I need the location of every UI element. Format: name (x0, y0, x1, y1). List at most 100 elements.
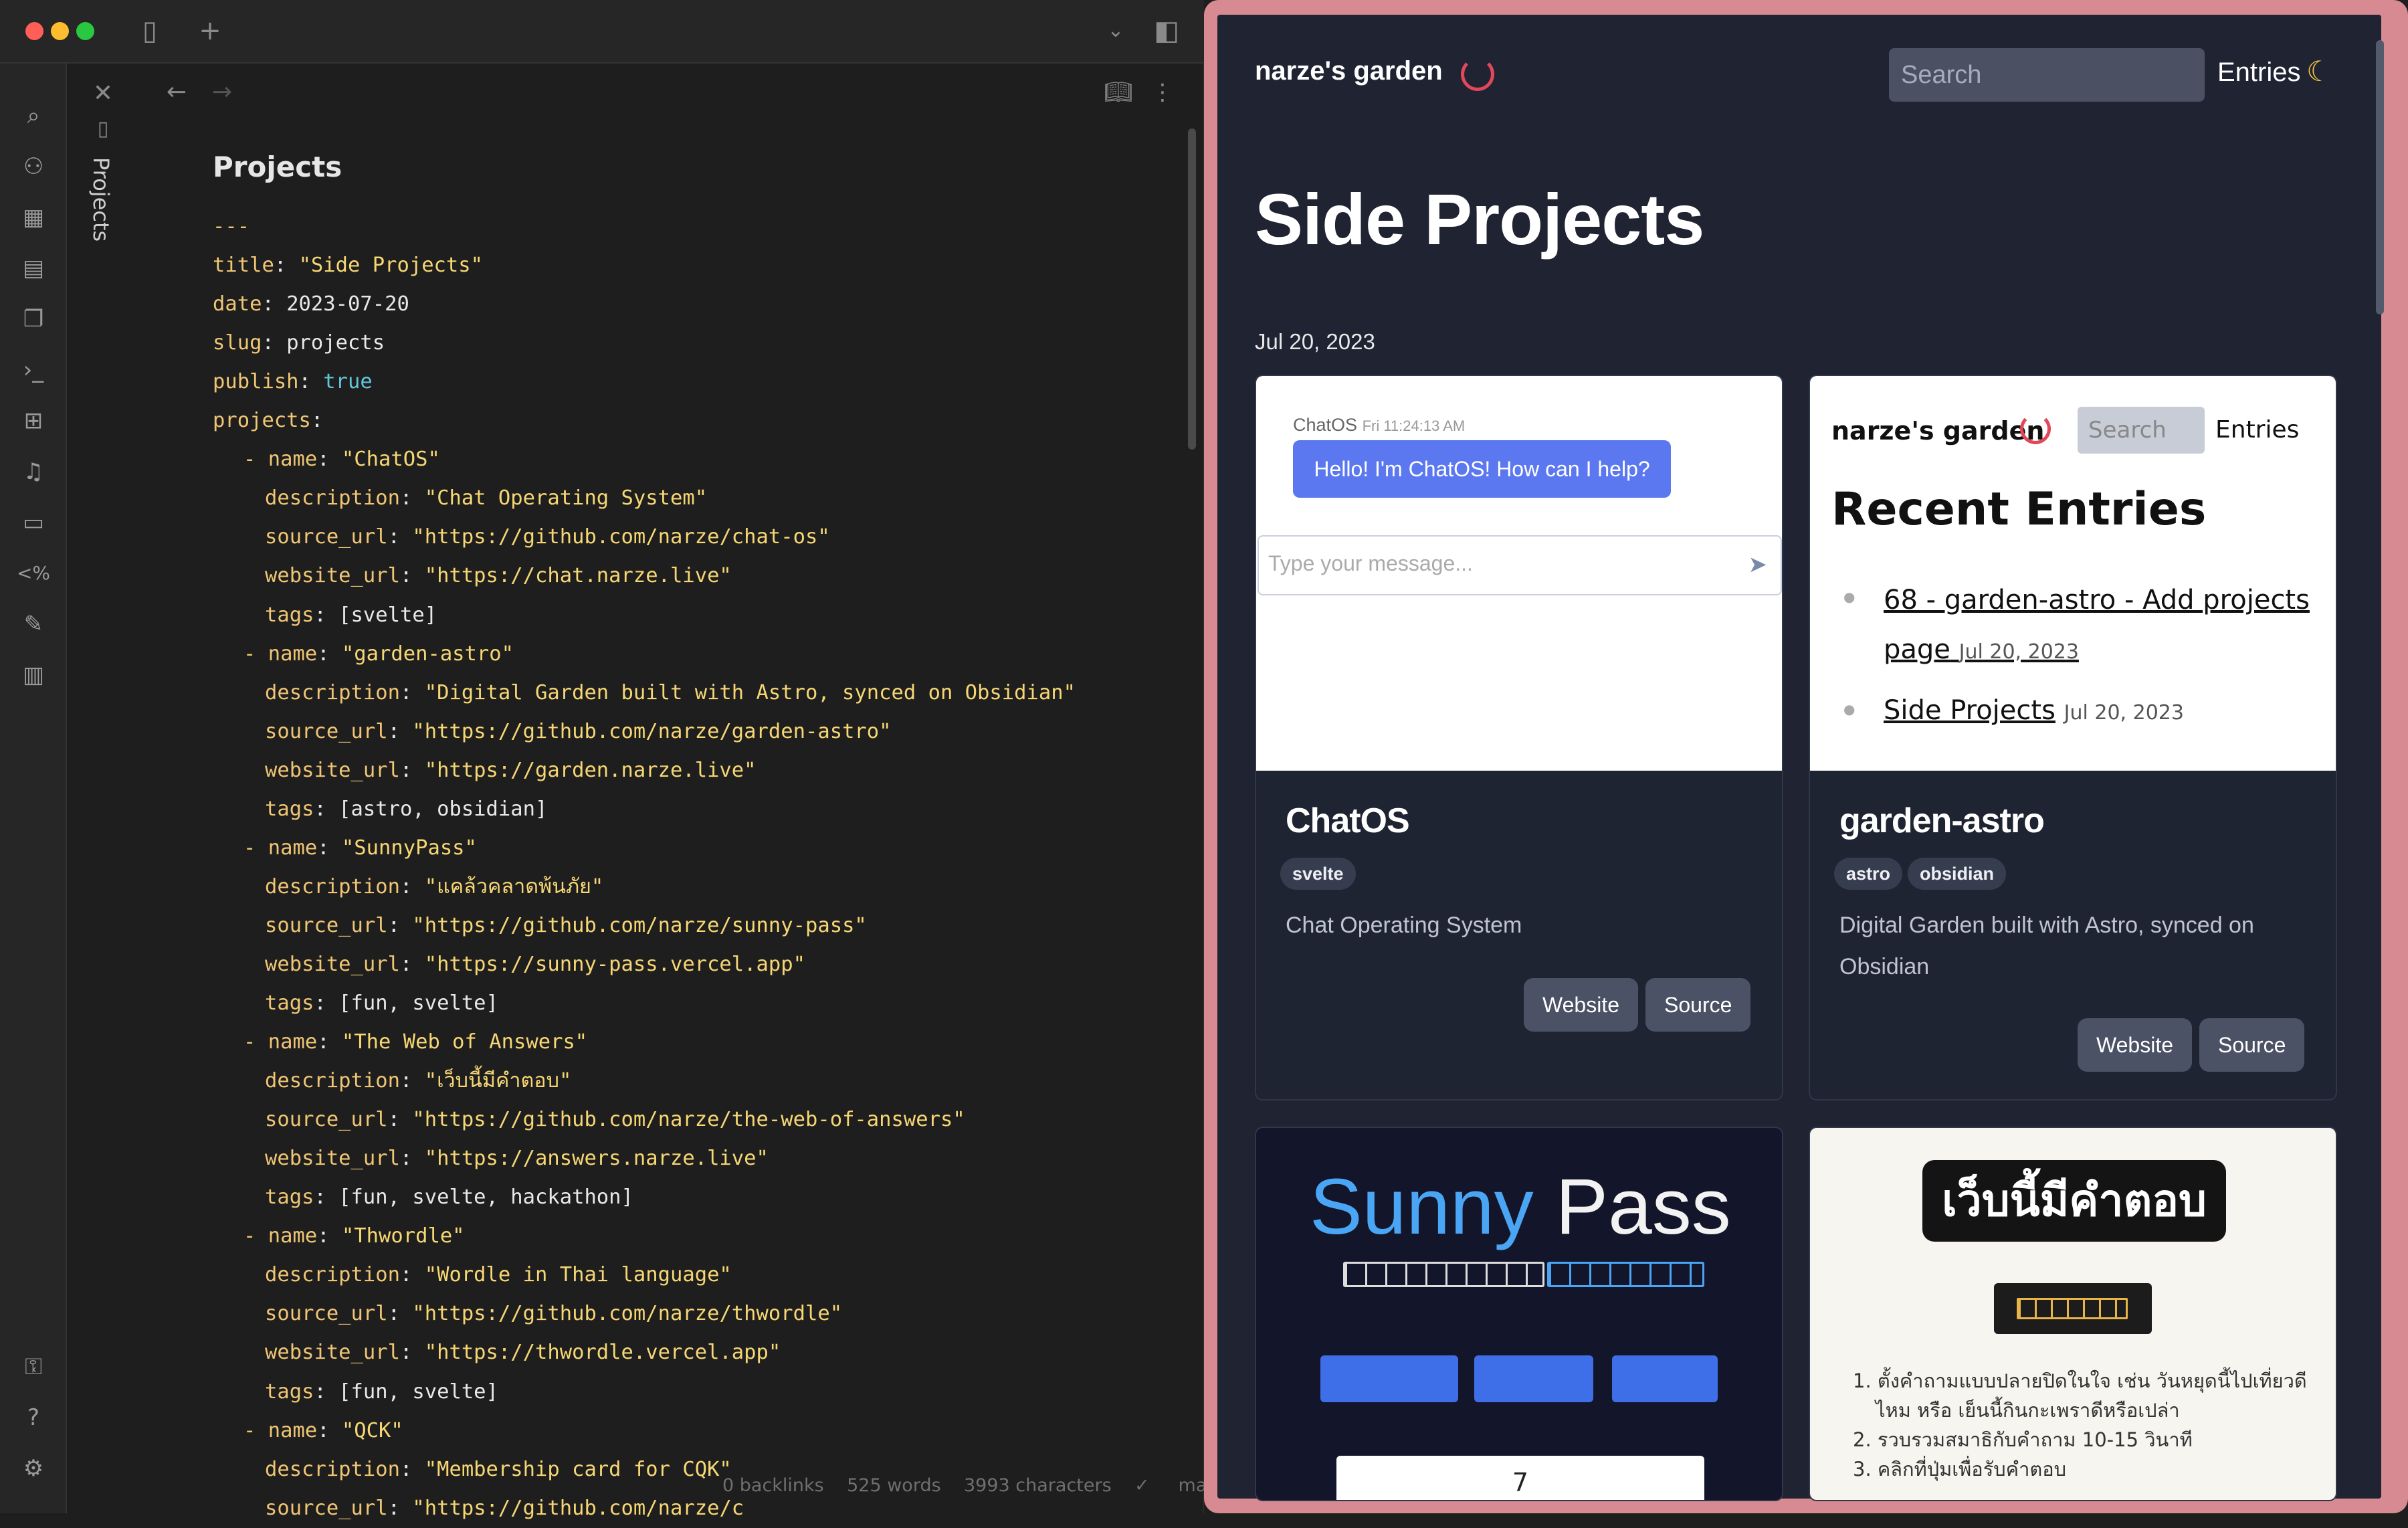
code-line[interactable]: description: "Membership card for CQK" (265, 1450, 732, 1489)
back-arrow-icon[interactable]: ← (161, 79, 193, 106)
yaml-key: website_url (265, 952, 400, 976)
website-button[interactable]: Website (1524, 978, 1639, 1032)
close-tab-icon[interactable]: ✕ (87, 80, 119, 107)
minimize-window-button[interactable] (51, 22, 69, 40)
code-line[interactable]: - name: "SunnyPass" (243, 829, 477, 868)
yaml-colon: : (400, 1457, 425, 1481)
dark-mode-moon-icon[interactable]: ☾ (2306, 55, 2332, 88)
code-line[interactable]: website_url: "https://answers.narze.live… (265, 1139, 769, 1178)
code-line[interactable]: publish: true (213, 363, 373, 401)
code-line[interactable]: tags: [fun, svelte] (265, 984, 498, 1023)
nav-entries-link[interactable]: Entries (2217, 58, 2301, 88)
code-line[interactable]: description: "แคล้วคลาดพ้นภัย" (265, 868, 603, 906)
code-line[interactable]: tags: [astro, obsidian] (265, 790, 547, 829)
search-files-icon[interactable]: ⌕ (15, 97, 52, 134)
reading-view-icon[interactable]: 📖︎ (1102, 79, 1134, 106)
code-line[interactable]: description: "Digital Garden built with … (265, 674, 1076, 712)
site-logo[interactable]: narze's garden (1255, 56, 1443, 86)
microphone-icon[interactable]: ♫ (15, 453, 52, 490)
presentation-icon[interactable]: ▥ (15, 656, 52, 694)
code-line[interactable]: website_url: "https://thwordle.vercel.ap… (265, 1333, 781, 1372)
code-line[interactable]: description: "Chat Operating System" (265, 479, 707, 518)
code-line[interactable]: website_url: "https://sunny-pass.vercel.… (265, 945, 805, 984)
templater-icon[interactable]: <% (15, 555, 52, 592)
code-line[interactable]: website_url: "https://garden.narze.live" (265, 751, 757, 790)
plugin-icon[interactable]: ⊞ (15, 402, 52, 440)
code-line[interactable]: date: 2023-07-20 (213, 285, 409, 324)
canvas-icon[interactable]: ▦ (15, 199, 52, 236)
frontmatter-delimiter: --- (213, 215, 250, 238)
calendar-icon[interactable]: ▤ (15, 250, 52, 287)
yaml-colon: : (274, 254, 299, 278)
code-line[interactable]: source_url: "https://github.com/narze/c (265, 1489, 744, 1528)
source-button[interactable]: Source (2199, 1018, 2305, 1072)
pen-icon[interactable]: ✎ (15, 605, 52, 643)
tablet-icon[interactable]: ▭ (15, 504, 52, 541)
settings-gear-icon[interactable]: ⚙ (15, 1450, 52, 1487)
card-title: garden-astro (1839, 801, 2045, 840)
yaml-value: [astro, obsidian] (338, 797, 548, 821)
project-card-chatos: ChatOS Fri 11:24:13 AM Hello! I'm ChatOS… (1255, 375, 1783, 1101)
code-line[interactable]: - name: "The Web of Answers" (243, 1023, 587, 1062)
code-line[interactable]: --- (213, 207, 249, 246)
yaml-value: "https://github.com/narze/garden-astro" (412, 719, 892, 743)
code-line[interactable]: - name: "garden-astro" (243, 635, 514, 674)
file-icon: ▯ (97, 117, 109, 140)
chatos-screenshot[interactable]: ChatOS Fri 11:24:13 AM Hello! I'm ChatOS… (1256, 376, 1782, 771)
code-line[interactable]: tags: [fun, svelte, hackathon] (265, 1178, 633, 1217)
send-icon[interactable]: ➤ (1748, 551, 1768, 578)
code-line[interactable]: source_url: "https://github.com/narze/su… (265, 906, 867, 945)
garden-astro-screenshot[interactable]: narze's garden Search Entries Recent Ent… (1810, 376, 2336, 771)
sunnypass-option-button[interactable] (1612, 1355, 1718, 1402)
code-line[interactable]: tags: [svelte] (265, 596, 437, 635)
preview-heading: Recent Entries (1831, 483, 2207, 536)
code-line[interactable]: projects: (213, 401, 336, 440)
source-button[interactable]: Source (1645, 978, 1751, 1032)
code-line[interactable]: - name: "ChatOS" (243, 440, 440, 479)
code-line[interactable]: - name: "Thwordle" (243, 1217, 465, 1256)
chat-message-input[interactable]: Type your message... ➤ (1258, 535, 1782, 595)
right-sidebar-toggle-icon[interactable]: ◧ (1150, 17, 1183, 44)
code-line[interactable]: description: "เว็บนี้มีคำตอบ" (265, 1062, 571, 1101)
code-line[interactable]: source_url: "https://github.com/narze/th… (265, 1295, 842, 1333)
chevron-down-icon[interactable]: ⌄ (1100, 17, 1132, 44)
sunnypass-option-button[interactable] (1474, 1355, 1593, 1402)
terminal-icon[interactable]: ›_ (15, 351, 52, 389)
vault-icon[interactable]: ⚿ (15, 1348, 52, 1386)
maximize-window-button[interactable] (76, 22, 94, 40)
code-line[interactable]: tags: [fun, svelte] (265, 1373, 498, 1412)
yaml-colon: : (387, 913, 413, 937)
website-button[interactable]: Website (2078, 1018, 2193, 1072)
more-options-icon[interactable]: ⋮ (1149, 79, 1176, 106)
yaml-key: title (213, 254, 274, 278)
sunnypass-option-button[interactable] (1320, 1355, 1458, 1402)
yaml-colon: : (262, 292, 287, 316)
code-line[interactable]: source_url: "https://github.com/narze/th… (265, 1101, 965, 1139)
sidebar-toggle-icon[interactable]: ▯ (134, 17, 166, 44)
answers-instructions: 1. ตั้งคำถามแบบปลายปิดในใจ เช่น วันหยุดน… (1853, 1366, 2321, 1484)
code-line[interactable]: source_url: "https://github.com/narze/ch… (265, 518, 830, 557)
close-window-button[interactable] (25, 22, 43, 40)
yaml-key: projects (213, 409, 311, 433)
code-line[interactable]: slug: projects (213, 324, 385, 363)
yaml-key: - name (243, 1030, 318, 1054)
note-title[interactable]: Projects (213, 151, 342, 183)
code-line[interactable]: description: "Wordle in Thai language" (265, 1256, 732, 1295)
code-line[interactable]: - name: "QCK" (243, 1412, 403, 1450)
sunnypass-logo[interactable]: Sunny Pass (1310, 1161, 1731, 1252)
backlinks-count[interactable]: 0 backlinks (722, 1475, 824, 1496)
tab-projects[interactable]: Projects (20, 157, 114, 242)
new-tab-icon[interactable]: + (194, 17, 226, 44)
code-line[interactable]: website_url: "https://chat.narze.live" (265, 557, 732, 595)
preview-scrollbar[interactable] (2376, 40, 2384, 314)
project-card-web-of-answers: เว็บนี้มีคำตอบ 1. ตั้งคำถามแบบปลายปิดในใ… (1809, 1127, 2337, 1501)
answers-button[interactable] (1994, 1283, 2152, 1334)
code-line[interactable]: source_url: "https://github.com/narze/ga… (265, 712, 892, 751)
yaml-colon: : (400, 486, 425, 510)
help-icon[interactable]: ? (15, 1399, 52, 1436)
editor-scrollbar[interactable] (1188, 128, 1196, 450)
code-line[interactable]: title: "Side Projects" (213, 246, 483, 285)
search-input[interactable]: Search (1889, 48, 2205, 102)
copy-icon[interactable]: ❐ (15, 300, 52, 338)
forward-arrow-icon[interactable]: → (206, 79, 238, 106)
